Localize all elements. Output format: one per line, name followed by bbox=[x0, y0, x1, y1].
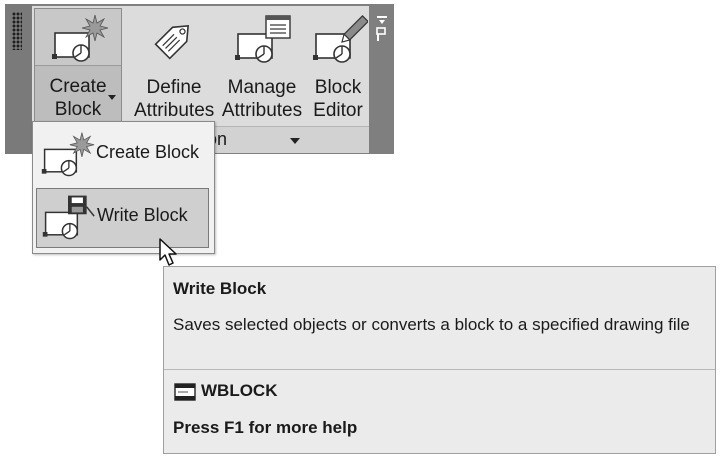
create-block-dropdown-menu: Create Block Write Block bbox=[32, 121, 215, 254]
tooltip: Write Block Saves selected objects or co… bbox=[163, 266, 716, 454]
define-attributes-icon bbox=[154, 24, 190, 60]
menu-item-label: Create Block bbox=[96, 142, 200, 162]
menu-item-create-block[interactable]: Create Block bbox=[36, 126, 209, 184]
panel-right-edge bbox=[369, 4, 394, 154]
create-block-icon bbox=[52, 14, 109, 62]
create-block-icon bbox=[41, 132, 95, 177]
block-editor-label-line2: Editor bbox=[313, 100, 363, 121]
block-editor-button[interactable]: Block Editor bbox=[310, 8, 368, 124]
manage-attributes-label-line2: Attributes bbox=[221, 100, 303, 121]
define-attributes-label-line1: Define bbox=[146, 77, 202, 98]
define-attributes-label-line2: Attributes bbox=[134, 100, 215, 121]
tooltip-help-hint: Press F1 for more help bbox=[173, 418, 358, 437]
define-attributes-button[interactable]: Define Attributes bbox=[134, 8, 214, 124]
menu-item-write-block[interactable]: Write Block bbox=[36, 188, 209, 248]
tooltip-command-name: WBLOCK bbox=[201, 381, 278, 400]
tooltip-title: Write Block bbox=[173, 279, 267, 298]
tooltip-description: Saves selected objects or converts a blo… bbox=[173, 315, 690, 334]
manage-attributes-button[interactable]: Manage Attributes bbox=[218, 8, 306, 124]
block-editor-icon bbox=[313, 15, 368, 63]
manage-attributes-icon bbox=[235, 15, 291, 63]
manage-attributes-label-line1: Manage bbox=[227, 77, 297, 98]
write-block-icon bbox=[42, 195, 95, 240]
panel-grip-handle[interactable] bbox=[5, 4, 32, 154]
block-editor-label-line1: Block bbox=[314, 77, 362, 98]
chevron-down-icon[interactable] bbox=[108, 95, 116, 100]
panel-expand-chevron-icon[interactable] bbox=[290, 138, 300, 144]
menu-item-label: Write Block bbox=[97, 205, 188, 225]
create-block-split-button[interactable]: Create Block bbox=[34, 8, 122, 123]
create-block-label-line2: Block bbox=[54, 99, 102, 120]
tooltip-divider bbox=[164, 369, 715, 370]
pin-icon[interactable] bbox=[376, 14, 388, 44]
mouse-cursor-icon bbox=[159, 238, 177, 266]
command-line-icon bbox=[174, 383, 196, 401]
grip-dots-icon bbox=[12, 12, 22, 50]
